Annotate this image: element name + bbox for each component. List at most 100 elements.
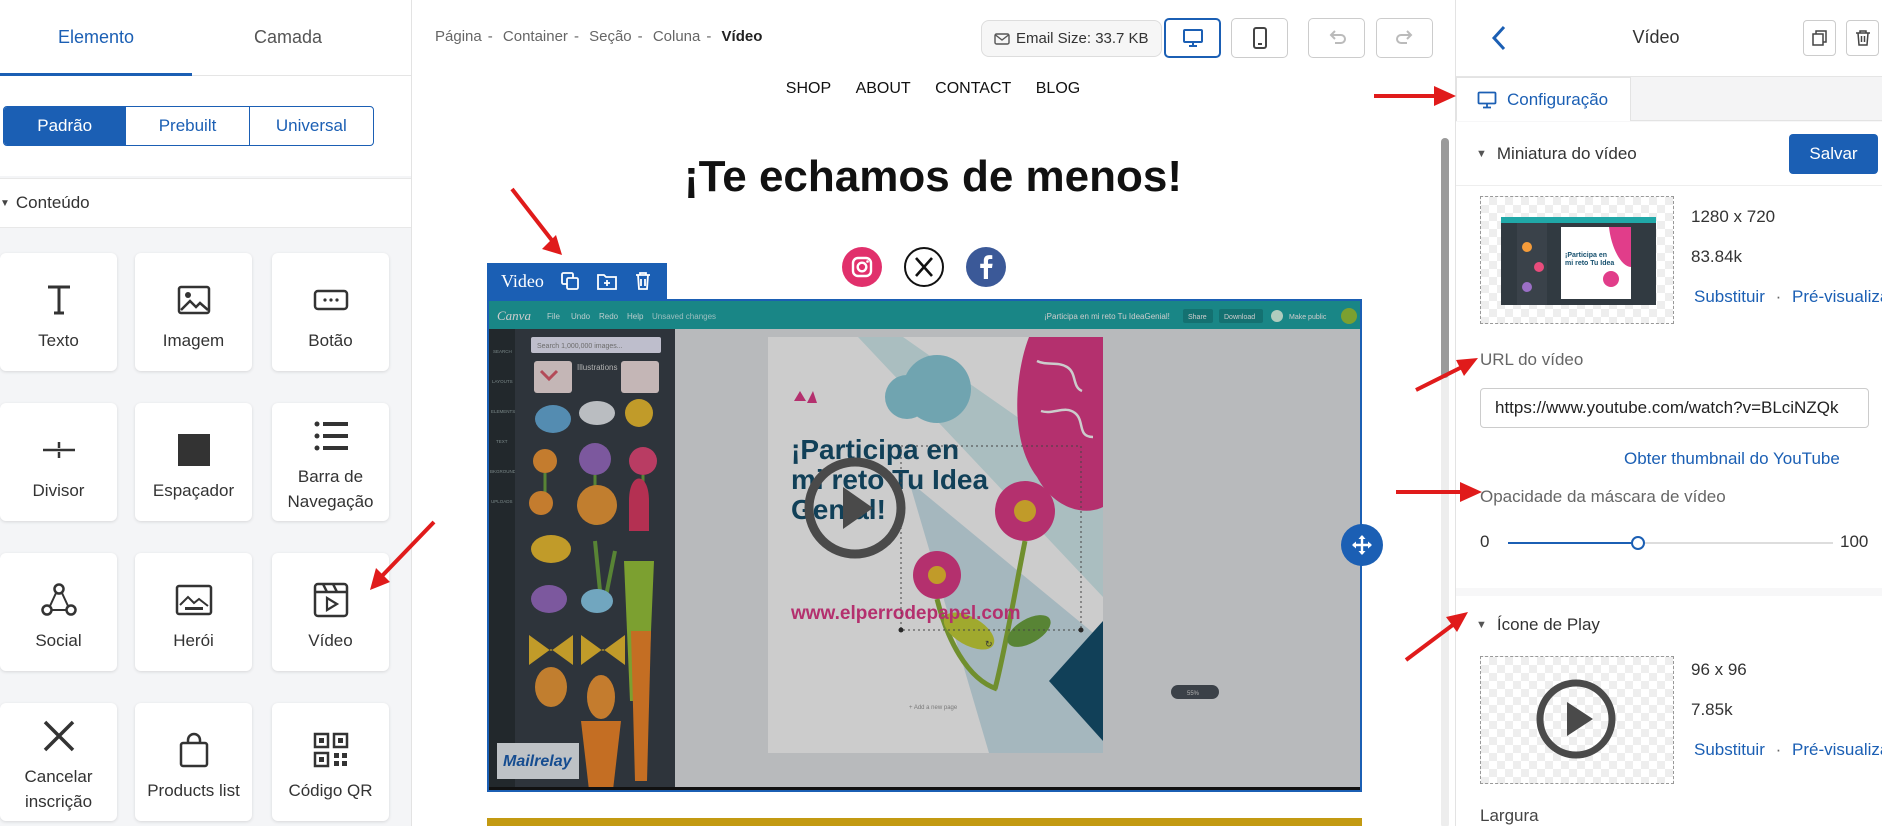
- element-barra-navegacao[interactable]: Barra de Navegação: [272, 403, 389, 521]
- facebook-icon[interactable]: [966, 247, 1006, 287]
- video-block-label: Video: [501, 270, 544, 291]
- breadcrumb-item[interactable]: Container: [503, 28, 568, 45]
- element-label: Imagem: [162, 331, 225, 350]
- video-block[interactable]: Canva File Undo Redo Help Unsaved change…: [487, 299, 1362, 792]
- social-icon: [40, 583, 77, 616]
- element-imagem[interactable]: Imagem: [135, 253, 252, 371]
- width-label: Largura: [1480, 806, 1539, 825]
- annotation-arrow: [370, 520, 436, 590]
- svg-text:¡Participa en: ¡Participa en: [1565, 252, 1607, 259]
- opacity-slider-track[interactable]: [1508, 536, 1833, 550]
- play-icon-section-header[interactable]: ▼ Ícone de Play: [1456, 596, 1882, 640]
- caret-down-icon: ▼: [1476, 147, 1487, 160]
- filter-padrao[interactable]: Padrão: [4, 107, 127, 145]
- section-title: Miniatura do vídeo: [1496, 143, 1637, 163]
- tab-camada[interactable]: Camada: [192, 0, 384, 75]
- nav-link-blog[interactable]: BLOG: [1036, 80, 1080, 97]
- move-handle-icon[interactable]: [1341, 524, 1383, 566]
- annotation-arrow: [1396, 482, 1482, 502]
- element-social[interactable]: Social: [0, 553, 117, 671]
- element-label: Espaçador: [152, 481, 235, 500]
- element-codigo-qr[interactable]: Código QR: [272, 703, 389, 821]
- scrollbar-thumb[interactable]: [1441, 138, 1449, 378]
- breadcrumb: Página - Container - Seção - Coluna - Vídeo: [435, 28, 763, 45]
- section-title: Conteúdo: [15, 193, 90, 212]
- properties-header: Vídeo: [1456, 0, 1882, 77]
- replace-thumbnail-link[interactable]: Substituir: [1694, 287, 1765, 306]
- breadcrumb-item[interactable]: Página: [435, 28, 482, 45]
- desktop-icon: [1182, 29, 1203, 47]
- element-products-list[interactable]: Products list: [135, 703, 252, 821]
- tab-elemento[interactable]: Elemento: [0, 0, 192, 76]
- text-icon: [47, 285, 70, 315]
- tab-configuracao[interactable]: Configuração: [1456, 77, 1631, 121]
- get-youtube-thumbnail-link[interactable]: Obter thumbnail do YouTube: [1624, 449, 1840, 469]
- element-label: Products list: [147, 781, 240, 800]
- svg-text:mi reto Tu Idea: mi reto Tu Idea: [1565, 260, 1614, 267]
- element-label: Barra de Navegação: [287, 467, 374, 511]
- copy-icon: [1811, 30, 1827, 46]
- instagram-icon[interactable]: [842, 247, 882, 287]
- preview-thumbnail-link[interactable]: Pré-visualizar: [1792, 287, 1882, 306]
- x-twitter-icon[interactable]: [904, 247, 944, 287]
- delete-icon[interactable]: [634, 271, 652, 291]
- element-espacador[interactable]: Espaçador: [135, 403, 252, 521]
- email-navbar: SHOP ABOUT CONTACT BLOG: [413, 80, 1453, 98]
- element-divisor[interactable]: Divisor: [0, 403, 117, 521]
- element-label: Social: [35, 631, 82, 650]
- email-size-text: Email Size: 33.7 KB: [1016, 30, 1149, 47]
- delete-element-button[interactable]: [1846, 20, 1879, 56]
- opacity-slider-handle[interactable]: [1631, 536, 1645, 550]
- annotation-arrow: [1374, 86, 1456, 106]
- play-icon-filesize: 7.85k: [1691, 700, 1733, 719]
- element-cancelar-inscricao[interactable]: Cancelar inscrição: [0, 703, 117, 821]
- nav-link-shop[interactable]: SHOP: [786, 80, 831, 97]
- preview-play-icon-link[interactable]: Pré-visualizar: [1792, 740, 1882, 759]
- replace-play-icon-link[interactable]: Substituir: [1694, 740, 1765, 759]
- opacity-max: 100: [1840, 532, 1869, 551]
- element-texto[interactable]: Texto: [0, 253, 117, 371]
- video-thumbnail-image: Canva File Undo Redo Help Unsaved change…: [489, 301, 1360, 790]
- section-conteudo[interactable]: ▼ Conteúdo: [0, 178, 411, 228]
- mobile-icon: [1252, 27, 1267, 49]
- qr-code-icon: [313, 732, 348, 768]
- shopping-bag-icon: [179, 732, 208, 768]
- annotation-arrow: [510, 187, 562, 255]
- save-block-icon[interactable]: [596, 271, 618, 291]
- mobile-view-button[interactable]: [1231, 18, 1288, 58]
- element-heroi[interactable]: Herói: [135, 553, 252, 671]
- duplicate-icon[interactable]: [560, 271, 580, 291]
- element-label: Herói: [173, 631, 214, 650]
- undo-button[interactable]: [1308, 18, 1365, 58]
- filter-universal[interactable]: Universal: [250, 107, 373, 145]
- play-icon-preview[interactable]: [1480, 656, 1674, 784]
- filter-bar: Padrão Prebuilt Universal: [0, 76, 411, 176]
- desktop-view-button[interactable]: [1164, 18, 1221, 58]
- nav-link-contact[interactable]: CONTACT: [935, 80, 1011, 97]
- save-button[interactable]: Salvar: [1789, 134, 1878, 174]
- element-botao[interactable]: Botão: [272, 253, 389, 371]
- breadcrumb-item[interactable]: Seção: [589, 28, 632, 45]
- element-label: Cancelar inscrição: [24, 767, 93, 811]
- thumbnail-actions: Substituir · Pré-visualizar: [1694, 287, 1882, 307]
- thumbnail-filesize: 83.84k: [1691, 247, 1743, 266]
- email-headline[interactable]: ¡Te echamos de menos!: [413, 152, 1453, 202]
- video-thumbnail-preview[interactable]: ¡Participa en mi reto Tu Idea: [1480, 196, 1674, 324]
- filter-segmented-control: Padrão Prebuilt Universal: [3, 106, 374, 146]
- trash-icon: [1855, 30, 1870, 46]
- unsubscribe-icon: [43, 720, 74, 752]
- redo-button[interactable]: [1376, 18, 1433, 58]
- play-icon: [1536, 679, 1616, 759]
- filter-prebuilt[interactable]: Prebuilt: [126, 107, 250, 145]
- monitor-icon: [1477, 91, 1497, 108]
- breadcrumb-item[interactable]: Coluna: [653, 28, 701, 45]
- video-url-input[interactable]: [1480, 388, 1869, 428]
- play-icon-dimensions: 96 x 96: [1691, 660, 1747, 679]
- opacity-min: 0: [1480, 532, 1490, 551]
- video-block-toolbar: Video: [487, 263, 667, 299]
- duplicate-element-button[interactable]: [1803, 20, 1836, 56]
- play-icon-actions: Substituir · Pré-visualizar: [1694, 740, 1882, 760]
- button-icon: [313, 289, 348, 311]
- thumbnail-section: ▼ Miniatura do vídeo Salvar ¡Participa e…: [1456, 122, 1882, 588]
- nav-link-about[interactable]: ABOUT: [856, 80, 911, 97]
